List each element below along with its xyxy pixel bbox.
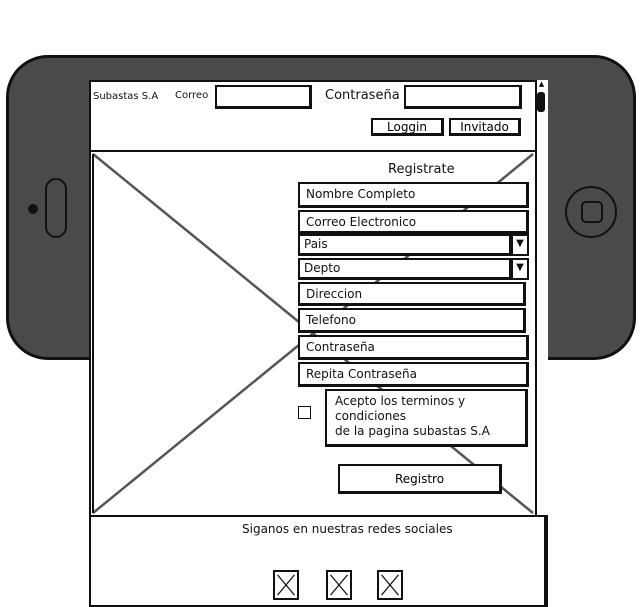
register-button[interactable]: Registro — [338, 464, 502, 494]
brand-label: Subastas S.A — [93, 91, 159, 102]
social-icon-placeholder-3[interactable] — [377, 570, 403, 600]
phone-camera — [28, 204, 38, 214]
register-password-field[interactable]: Contraseña — [298, 335, 529, 360]
scroll-up-icon[interactable]: ▲ — [537, 80, 546, 88]
password-input[interactable] — [404, 85, 522, 109]
password-label: Contraseña — [325, 88, 400, 103]
department-dropdown-icon[interactable]: ▼ — [511, 258, 529, 280]
terms-text: Acepto los terminos y condiciones de la … — [325, 389, 528, 447]
country-select[interactable]: Pais — [298, 234, 512, 256]
social-follow-text: Siganos en nuestras redes sociales — [242, 522, 453, 536]
guest-button[interactable]: Invitado — [449, 118, 521, 136]
login-button[interactable]: Loggin — [371, 118, 444, 136]
phone-speaker — [45, 178, 67, 238]
email-label: Correo — [175, 90, 209, 101]
social-icon-placeholder-2[interactable] — [326, 570, 352, 600]
department-select[interactable]: Depto — [298, 258, 512, 280]
scrollbar[interactable] — [535, 80, 548, 515]
repeat-password-field[interactable]: Repita Contraseña — [298, 362, 529, 387]
email-input[interactable] — [215, 85, 312, 109]
social-icon-placeholder-1[interactable] — [273, 570, 299, 600]
home-button-inner-icon — [581, 201, 603, 223]
register-title: Registrate — [388, 162, 455, 177]
country-dropdown-icon[interactable]: ▼ — [511, 234, 529, 256]
phone-field[interactable]: Telefono — [298, 308, 526, 333]
address-field[interactable]: Direccion — [298, 282, 526, 306]
full-name-field[interactable]: Nombre Completo — [298, 182, 529, 208]
email-field[interactable]: Correo Electronico — [298, 210, 529, 234]
terms-checkbox[interactable] — [298, 406, 311, 419]
scroll-thumb[interactable] — [537, 92, 545, 112]
